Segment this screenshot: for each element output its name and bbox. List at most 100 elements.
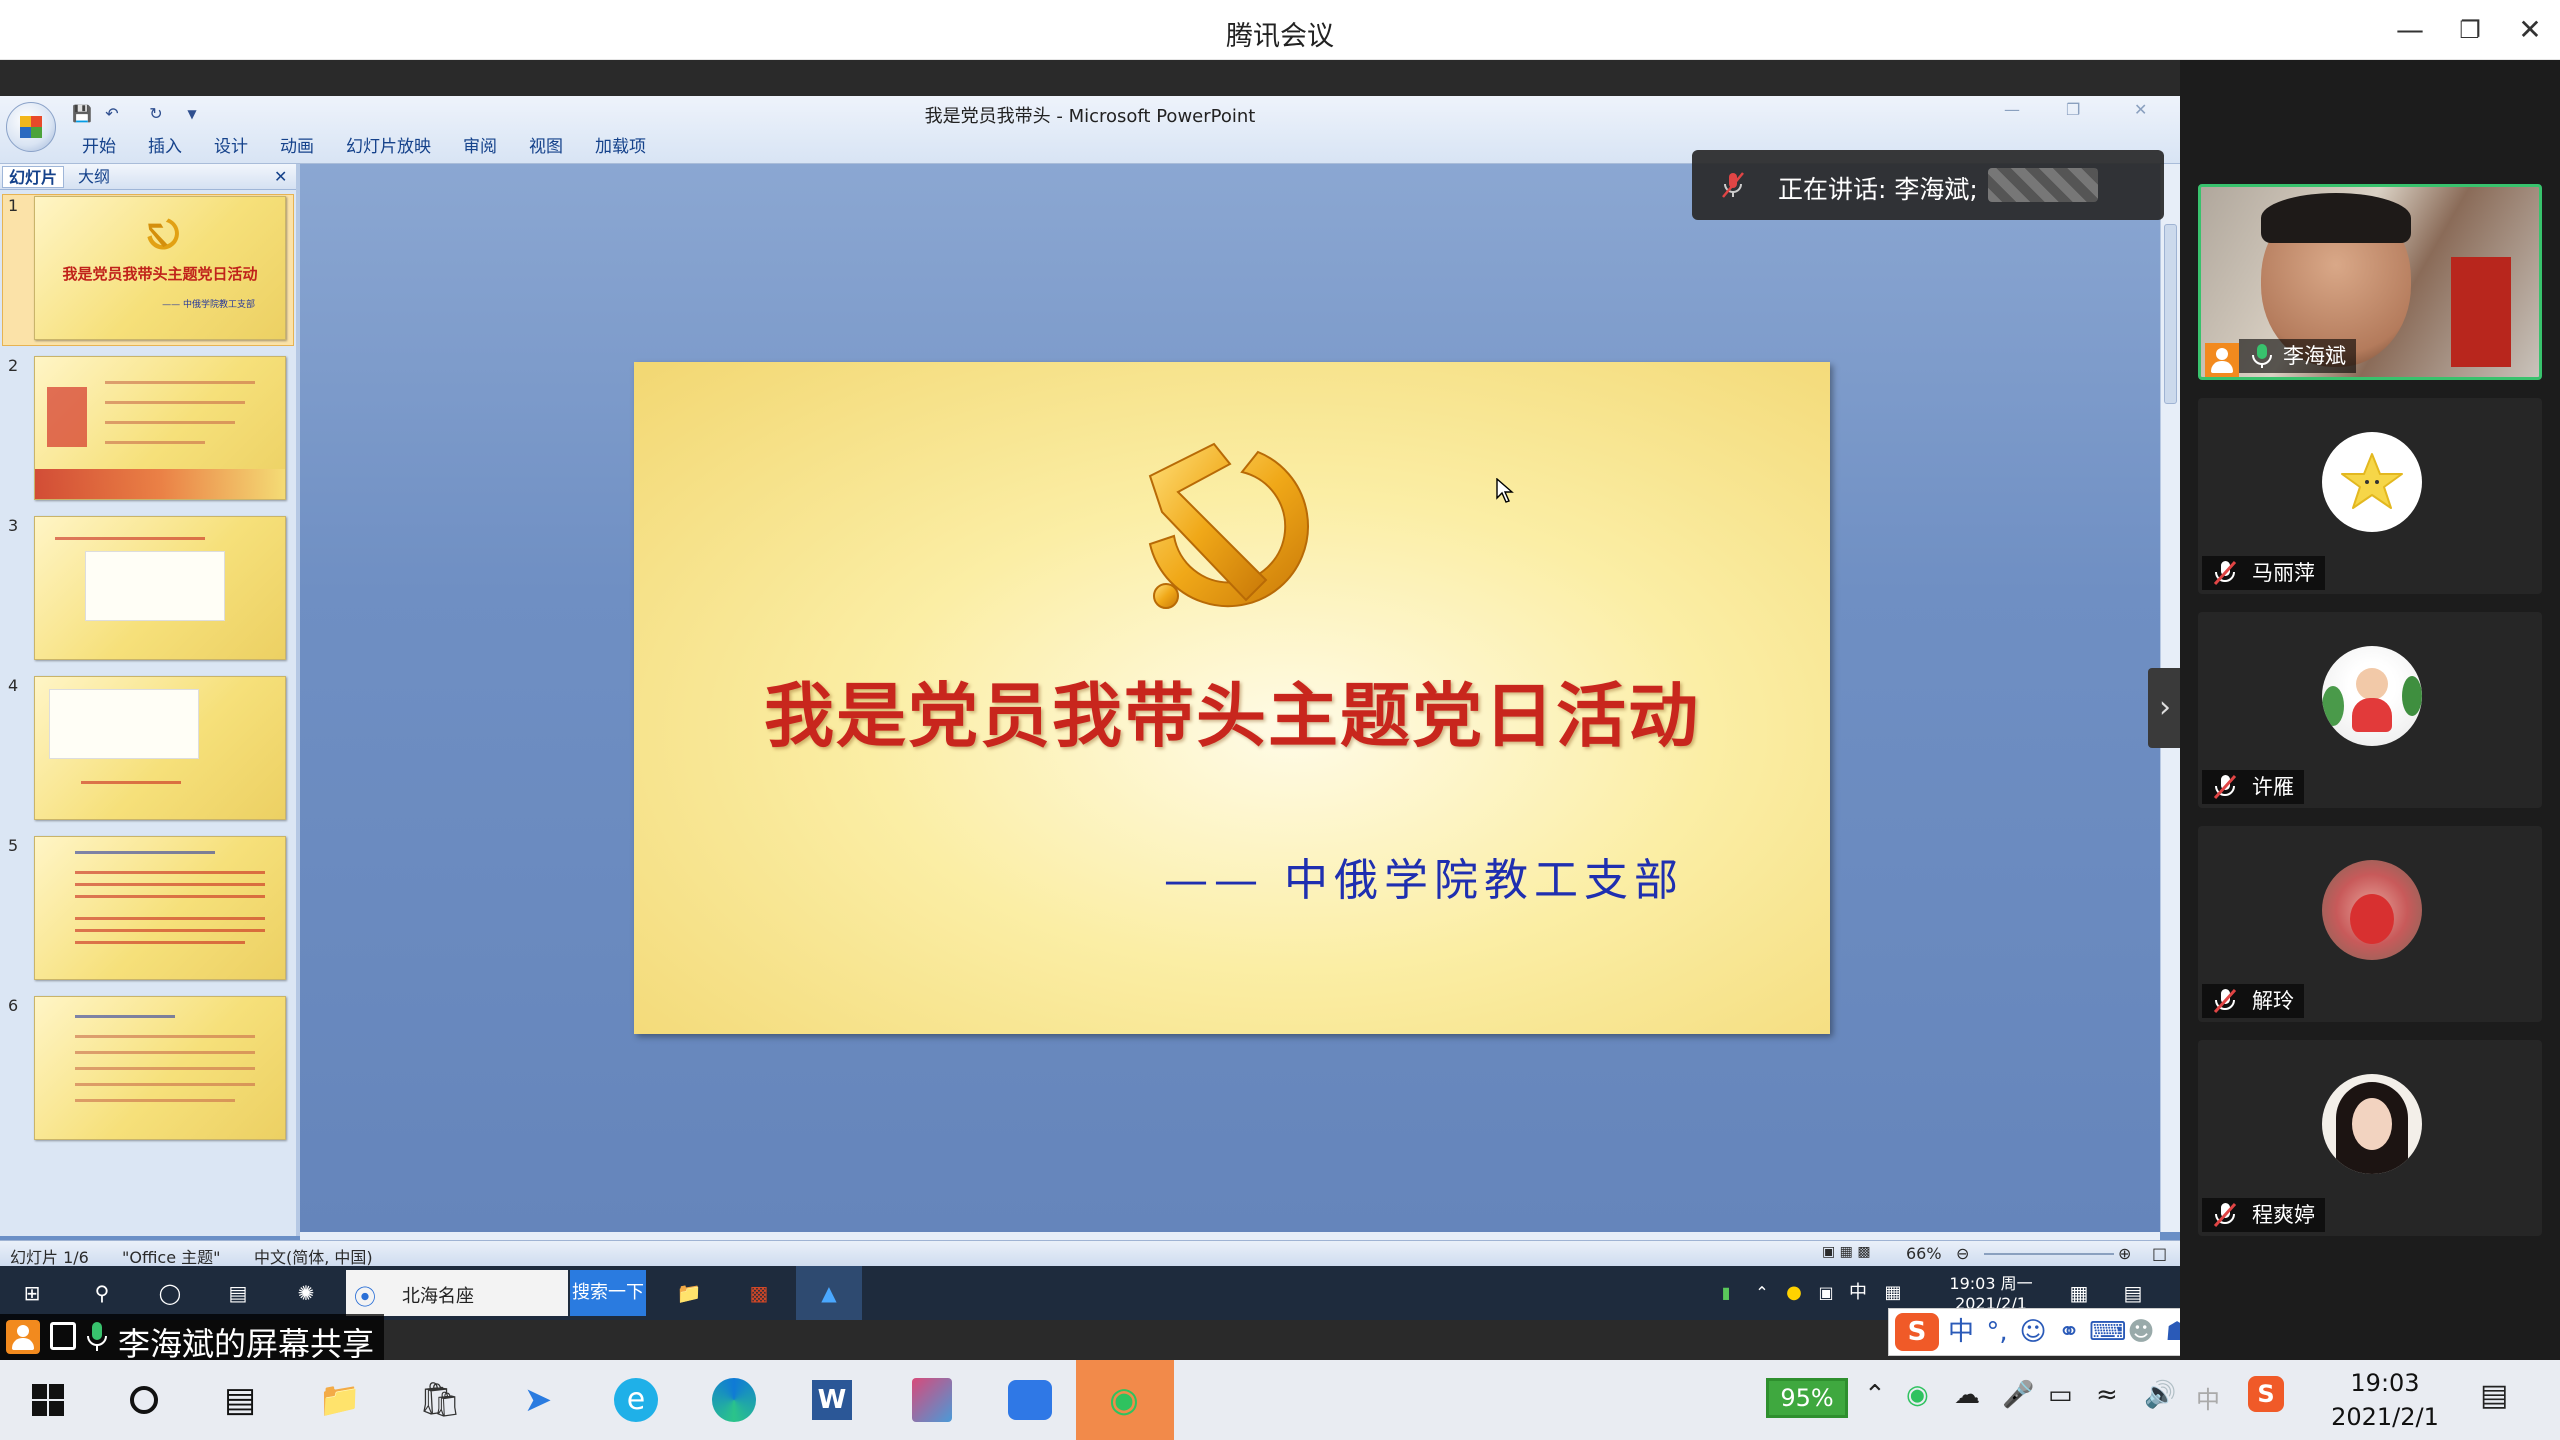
ime-mode[interactable]: 中 <box>2196 1380 2220 1415</box>
participant-name-text: 许雁 <box>2252 775 2294 799</box>
zoom-out-icon[interactable]: ⊖ <box>1956 1244 1969 1263</box>
scroll-thumb[interactable] <box>2164 224 2177 404</box>
zoom-level[interactable]: 66% <box>1906 1244 1942 1263</box>
punctuation-icon[interactable]: °, <box>1981 1313 2013 1351</box>
tencent-meeting-icon[interactable] <box>1000 1370 1060 1430</box>
battery-icon[interactable]: ▭ <box>2048 1380 2073 1410</box>
main-slide[interactable]: 我是党员我带头主题党日活动 —— 中俄学院教工支部 <box>634 362 1830 1034</box>
wechat-tray-icon[interactable]: ◉ <box>1906 1380 1929 1410</box>
slide-thumb-row[interactable]: 3 <box>0 512 296 668</box>
slide-thumb-row[interactable]: 6 <box>0 992 296 1148</box>
clock[interactable]: 19:03 2021/2/1 <box>2330 1366 2440 1434</box>
minimize-button[interactable]: — <box>2392 12 2428 48</box>
slide-thumb-row[interactable]: 2 <box>0 352 296 508</box>
tab-animation[interactable]: 动画 <box>264 134 330 160</box>
mic-muted-icon <box>2213 560 2237 586</box>
windows-start-icon[interactable] <box>18 1370 78 1430</box>
pinwheel-icon[interactable]: ✺ <box>286 1266 326 1320</box>
windows-start-icon[interactable]: ⊞ <box>12 1266 52 1320</box>
horizontal-scrollbar[interactable] <box>300 1232 2160 1240</box>
status-bar: 幻灯片 1/6 "Office 主题" 中文(简体, 中国) ▣ ▦ ▩ 66%… <box>0 1240 2180 1267</box>
slide-thumb-row[interactable]: 1 我是党员我带头主题党日活动 —— 中俄学院教工支部 <box>0 192 296 348</box>
cortana-icon[interactable]: ◯ <box>150 1266 190 1320</box>
tab-view[interactable]: 视图 <box>513 134 579 160</box>
tab-addins[interactable]: 加载项 <box>579 134 662 160</box>
ppt-restore-button[interactable]: ❐ <box>2066 100 2080 119</box>
ppt-close-button[interactable]: ✕ <box>2134 100 2147 119</box>
store-icon[interactable]: 🛍 <box>410 1370 470 1430</box>
tab-review[interactable]: 审阅 <box>447 134 513 160</box>
wifi-icon[interactable]: ≈ <box>2096 1380 2118 1410</box>
tray-expand-icon[interactable]: ⌃ <box>1750 1266 1774 1320</box>
close-button[interactable]: ✕ <box>2512 12 2548 48</box>
sogou-logo-icon[interactable]: S <box>1895 1313 1939 1351</box>
edge-icon[interactable] <box>704 1370 764 1430</box>
slide-thumbnail[interactable] <box>34 516 286 660</box>
pane-close-icon[interactable]: ✕ <box>268 166 293 188</box>
star-avatar-icon <box>2341 453 2403 509</box>
participant-tile[interactable]: 许雁 <box>2198 612 2542 808</box>
video-hair <box>2261 193 2411 243</box>
party-emblem-icon <box>1148 442 1309 609</box>
action-center-icon[interactable]: ▤ <box>2480 1378 2508 1413</box>
tray-expand-icon[interactable]: ⌃ <box>1864 1380 1886 1410</box>
emoji-icon[interactable]: ☺ <box>2017 1313 2049 1351</box>
sogou-tray-icon[interactable]: S <box>2248 1376 2284 1412</box>
tab-insert[interactable]: 插入 <box>132 134 198 160</box>
slide-thumbnail[interactable]: 我是党员我带头主题党日活动 —— 中俄学院教工支部 <box>34 196 286 340</box>
participant-tile[interactable]: 程爽婷 <box>2198 1040 2542 1236</box>
slide-thumbnail[interactable] <box>34 356 286 500</box>
tab-design[interactable]: 设计 <box>198 134 264 160</box>
wechat-icon[interactable]: ◉ <box>1094 1370 1154 1430</box>
file-explorer-icon[interactable]: 📁 <box>310 1370 370 1430</box>
zoom-slider[interactable] <box>1984 1253 2114 1255</box>
browser-search-box[interactable]: ⦿ 北海名座 <box>346 1270 568 1316</box>
feishu-icon[interactable]: ➤ <box>508 1370 568 1430</box>
task-view-icon[interactable]: ▤ <box>210 1370 270 1430</box>
tab-home[interactable]: 开始 <box>66 134 132 160</box>
view-buttons-icon[interactable]: ▣ ▦ ▩ <box>1822 1244 1871 1260</box>
avatar-leaf <box>2402 676 2422 716</box>
participant-tile[interactable]: 解玲 <box>2198 826 2542 1022</box>
powerpoint-icon[interactable]: ▩ <box>734 1266 784 1320</box>
volume-icon[interactable]: 🔊 <box>2144 1380 2176 1410</box>
slide-thumb-row[interactable]: 5 <box>0 832 296 988</box>
voice-input-icon[interactable]: ⚭ <box>2053 1313 2085 1351</box>
reader-icon[interactable] <box>902 1370 962 1430</box>
ime-chinese-mode[interactable]: 中 <box>1945 1313 1977 1351</box>
slide-thumbnail[interactable] <box>34 996 286 1140</box>
search-icon[interactable]: ⚲ <box>82 1266 122 1320</box>
tencent-meeting-icon[interactable]: ▲ <box>796 1266 862 1320</box>
participant-tile[interactable]: 李海斌 <box>2198 184 2542 380</box>
tab-outline[interactable]: 大纲 <box>72 166 116 188</box>
battery-percent[interactable]: 95% <box>1766 1378 1848 1418</box>
tray-app-icon[interactable]: ● <box>1782 1266 1806 1320</box>
ie-icon: ⦿ <box>354 1286 377 1311</box>
task-view-icon[interactable]: ▤ <box>218 1266 258 1320</box>
mouse-cursor-icon <box>1496 478 1514 503</box>
keyboard-icon[interactable]: ⌨ <box>2089 1313 2127 1351</box>
tab-slides[interactable]: 幻灯片 <box>2 166 65 188</box>
search-circle-icon[interactable] <box>114 1370 174 1430</box>
user-icon[interactable]: ☻ <box>2125 1313 2157 1351</box>
slide-thumb-row[interactable]: 4 <box>0 672 296 828</box>
search-submit-button[interactable]: 搜索一下 <box>570 1270 646 1316</box>
participant-name-text: 解玲 <box>2252 989 2294 1013</box>
cloud-icon[interactable]: ☁ <box>1954 1380 1980 1410</box>
tab-slideshow[interactable]: 幻灯片放映 <box>330 134 447 160</box>
sidebar-collapse-button[interactable]: › <box>2148 668 2182 748</box>
file-explorer-icon[interactable]: 📁 <box>664 1266 714 1320</box>
slide-thumbnail[interactable] <box>34 836 286 980</box>
word-icon[interactable]: W <box>802 1370 862 1430</box>
microphone-icon[interactable]: 🎤 <box>2002 1380 2034 1410</box>
zoom-in-icon[interactable]: ⊕ <box>2118 1244 2131 1263</box>
restore-button[interactable]: ❐ <box>2452 12 2488 48</box>
slide-thumbnail[interactable] <box>34 676 286 820</box>
browser-icon[interactable]: e <box>606 1370 666 1430</box>
avatar-face <box>2352 1098 2392 1150</box>
participant-tile[interactable]: 马丽萍 <box>2198 398 2542 594</box>
network-icon[interactable]: ▣ <box>1814 1266 1838 1320</box>
fit-window-icon[interactable]: □ <box>2152 1244 2167 1263</box>
ime-indicator[interactable]: 中 <box>1846 1266 1870 1320</box>
ppt-minimize-button[interactable]: — <box>2004 100 2020 119</box>
